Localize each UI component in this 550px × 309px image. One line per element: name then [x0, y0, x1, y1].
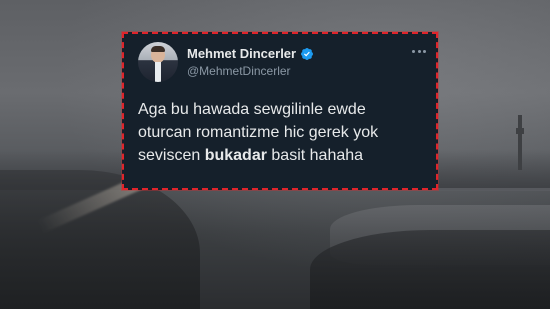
- hill-left: [0, 170, 200, 309]
- author-handle[interactable]: @MehmetDincerler: [187, 64, 291, 78]
- tweet-line-3-post: basit hahaha: [266, 147, 364, 164]
- author-row: Mehmet Dincerler: [187, 46, 314, 61]
- tv-tower-top: [516, 128, 524, 134]
- avatar-hair: [151, 46, 165, 52]
- avatar-shirt: [155, 62, 161, 82]
- hill-right: [310, 230, 550, 309]
- tweet-line-3: seviscen bukadar basit hahaha: [138, 144, 428, 167]
- more-dot: [412, 50, 415, 53]
- tweet-text: Aga bu hawada sewgilinle ewde oturcan ro…: [138, 98, 428, 167]
- more-dot: [423, 50, 426, 53]
- author-name[interactable]: Mehmet Dincerler: [187, 46, 296, 61]
- avatar[interactable]: [138, 42, 178, 82]
- tweet-line-3-pre: seviscen: [138, 147, 205, 164]
- more-dot: [417, 50, 421, 53]
- more-options-icon[interactable]: [412, 50, 426, 54]
- tweet-line-2: oturcan romantizme hic gerek yok: [138, 124, 379, 141]
- verified-badge-icon: [301, 47, 314, 60]
- tweet-line-1: Aga bu hawada sewgilinle ewde: [138, 101, 366, 118]
- tweet-line-3-bold: bukadar: [204, 147, 267, 164]
- tweet-card: Mehmet Dincerler @MehmetDincerler Aga bu…: [121, 31, 439, 191]
- tv-tower: [518, 115, 522, 170]
